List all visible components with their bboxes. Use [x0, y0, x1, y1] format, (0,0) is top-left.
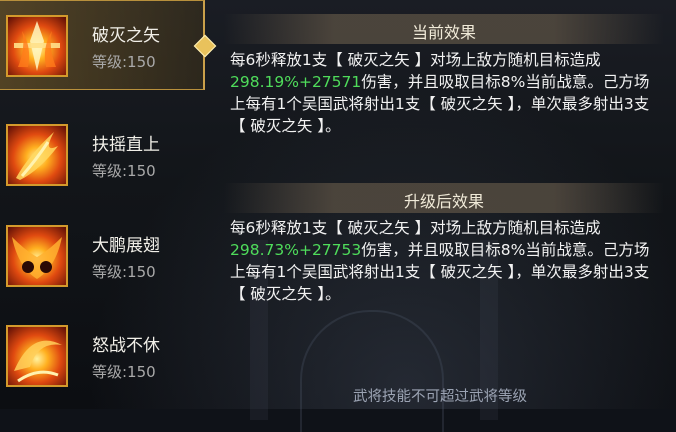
- upgrade-effect-title: 升级后效果: [403, 192, 484, 211]
- level-limit-note: 武将技能不可超过武将等级: [353, 389, 527, 405]
- phoenix-wings-icon: [6, 225, 68, 287]
- upgrade-effect-value: 298.73%+27753: [230, 241, 362, 259]
- skill-list: 破灭之矢 等级:150 扶摇直上 等级:150 大鹏展翅 等级:150 怒战不休…: [0, 0, 217, 409]
- rising-flame-icon: [6, 124, 68, 186]
- skill-item-pomie[interactable]: 破灭之矢 等级:150: [0, 0, 205, 90]
- skill-name: 大鹏展翅: [92, 236, 160, 256]
- current-effect-description: 每6秒释放1支【 破灭之矢 】对场上敌方随机目标造成298.19%+27571伤…: [230, 49, 650, 137]
- current-effect-header: 当前效果: [224, 14, 664, 44]
- current-effect-value: 298.19%+27571: [230, 73, 362, 91]
- skill-level: 等级:150: [92, 363, 156, 381]
- skill-item-nuzhan[interactable]: 怒战不休 等级:150: [0, 311, 205, 401]
- skill-name: 扶摇直上: [92, 135, 160, 155]
- skill-item-fuyao[interactable]: 扶摇直上 等级:150: [0, 110, 205, 200]
- current-effect-text: 每6秒释放1支【 破灭之矢 】对场上敌方随机目标造成: [230, 51, 601, 69]
- skill-level: 等级:150: [92, 162, 156, 180]
- flame-arrow-icon: [6, 15, 68, 77]
- current-effect-title: 当前效果: [411, 23, 476, 42]
- skill-name: 怒战不休: [92, 336, 160, 356]
- skill-name: 破灭之矢: [92, 26, 160, 46]
- fire-swirl-icon: [6, 325, 68, 387]
- upgrade-effect-text: 每6秒释放1支【 破灭之矢 】对场上敌方随机目标造成: [230, 219, 601, 237]
- upgrade-effect-description: 每6秒释放1支【 破灭之矢 】对场上敌方随机目标造成298.73%+27753伤…: [230, 217, 650, 305]
- skill-level: 等级:150: [92, 263, 156, 281]
- upgrade-effect-header: 升级后效果: [224, 183, 664, 213]
- skill-item-dapeng[interactable]: 大鹏展翅 等级:150: [0, 211, 205, 301]
- skill-level: 等级:150: [92, 53, 156, 71]
